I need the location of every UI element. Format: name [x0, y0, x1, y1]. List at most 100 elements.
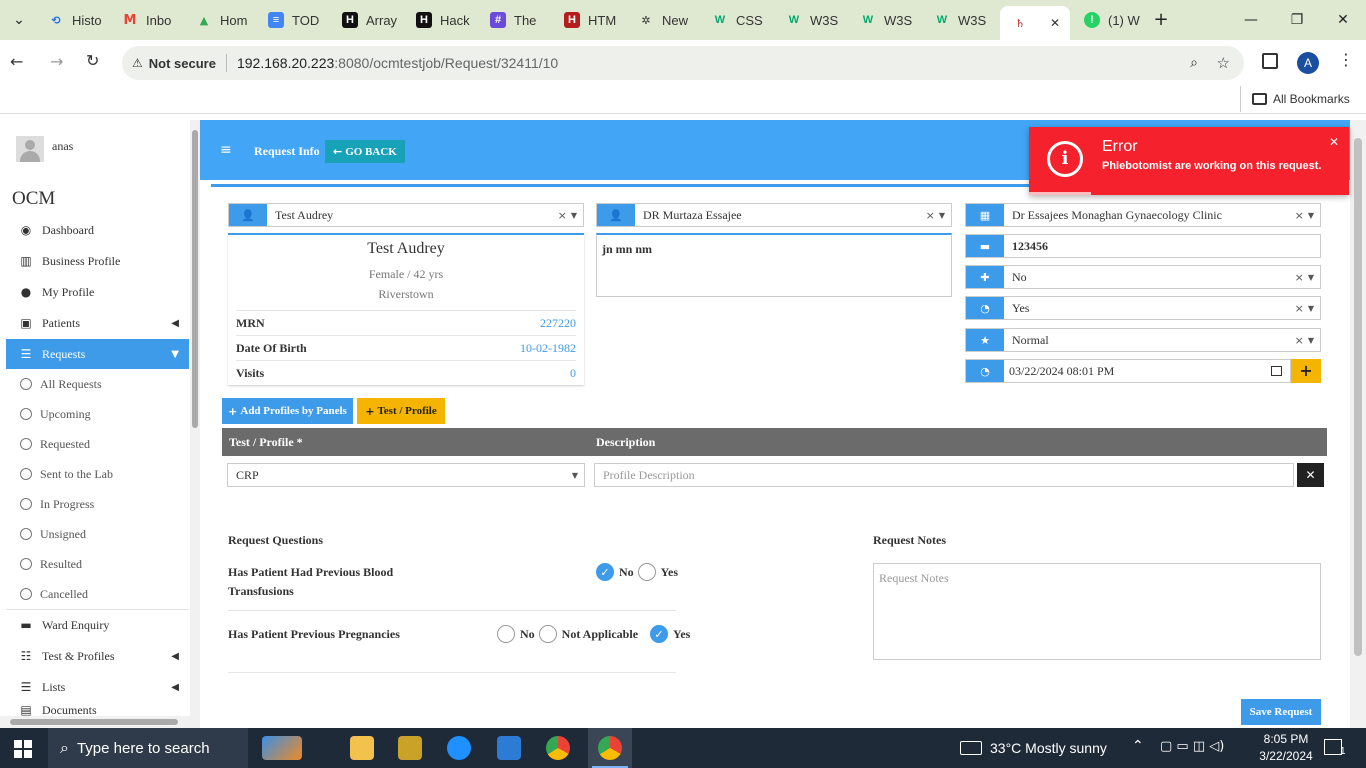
clock-time[interactable]: 8:05 PM [1256, 732, 1316, 746]
q2-no-radio[interactable] [497, 625, 515, 643]
chrome-active-app[interactable] [588, 728, 632, 768]
chevron-up-icon[interactable]: ⌃ [1132, 738, 1144, 754]
clear-icon[interactable]: × [1295, 209, 1304, 222]
sidebar-item-business-profile[interactable]: ▥ Business Profile [6, 246, 189, 276]
profile-avatar[interactable]: A [1297, 52, 1319, 74]
edge-icon[interactable] [447, 736, 471, 760]
app-icon[interactable] [398, 736, 422, 760]
browser-tab-active[interactable]: ♄ ✕ [1000, 6, 1070, 40]
request-notes-textarea[interactable]: Request Notes [873, 563, 1321, 660]
browser-tab[interactable]: H Array [330, 6, 402, 34]
sidebar-item-requests[interactable]: ☰ Requests ▼ [6, 339, 189, 369]
tray-icons[interactable]: ▢ ▭ ◫ ◁) [1160, 739, 1224, 754]
sidebar-item-lists[interactable]: ☰ Lists ◀ [6, 672, 189, 702]
reload-icon[interactable]: ↻ [86, 51, 99, 70]
sidebar-subitem-cancelled[interactable]: Cancelled [20, 579, 88, 609]
clear-icon[interactable]: × [1295, 334, 1304, 347]
patient-select[interactable]: 👤 Test Audrey × ▼ [228, 203, 584, 227]
browser-tab[interactable]: W W3S [848, 6, 920, 34]
menu-kebab-icon[interactable]: ⋮ [1338, 50, 1354, 69]
sidebar-subitem-unsigned[interactable]: Unsigned [20, 519, 86, 549]
sidebar-scrollbar[interactable] [190, 120, 200, 728]
zoom-icon[interactable]: ⌕ [1190, 55, 1198, 71]
sidebar-subitem-all-requests[interactable]: All Requests [20, 369, 102, 399]
q2-not-applicable-radio[interactable] [538, 625, 557, 643]
hamburger-menu-icon[interactable]: ≡ [220, 142, 232, 158]
browser-tab[interactable]: ▲ Hom [184, 6, 256, 34]
bed-field[interactable]: ▬ 123456 [965, 234, 1321, 258]
clear-icon[interactable]: × [1295, 302, 1304, 315]
add-datetime-button[interactable]: + [1291, 359, 1321, 383]
page-scrollbar[interactable] [1350, 120, 1366, 728]
chrome-icon[interactable] [546, 736, 570, 760]
close-tab-icon[interactable]: ✕ [1050, 16, 1060, 30]
page: anas OCM ◉ Dashboard ▥ Business Profile ● M… [0, 120, 1366, 728]
browser-tab[interactable]: ⟲ Histo [36, 6, 108, 34]
new-tab-icon[interactable]: + [1146, 8, 1176, 32]
q2-yes-radio[interactable]: ✓ [650, 625, 669, 643]
priority-select[interactable]: ★ Normal × ▼ [965, 328, 1321, 352]
doctor-select[interactable]: 👤 DR Murtaza Essajee × ▼ [596, 203, 952, 227]
clear-icon[interactable]: × [558, 209, 567, 222]
sidebar-subitem-in-progress[interactable]: In Progress [20, 489, 94, 519]
sidebar-subitem-sent-to-lab[interactable]: Sent to the Lab [20, 459, 113, 489]
sidebar-subitem-requested[interactable]: Requested [20, 429, 90, 459]
minimize-icon[interactable]: — [1236, 8, 1266, 32]
browser-tab[interactable]: H HTM [552, 6, 624, 34]
address-bar[interactable]: ⚠ Not secure 192.168.20.223:8080/ocmtest… [122, 46, 1244, 80]
profile-description-input[interactable]: Profile Description [594, 463, 1294, 487]
test-profile-select[interactable]: CRP ▼ [227, 463, 585, 487]
remove-row-button[interactable]: ✕ [1297, 463, 1324, 487]
clinic-select[interactable]: ▦ Dr Essajees Monaghan Gynaecology Clini… [965, 203, 1321, 227]
sidebar-item-dashboard[interactable]: ◉ Dashboard [6, 215, 189, 245]
sidebar-item-test-profiles[interactable]: ☷ Test & Profiles ◀ [6, 641, 189, 671]
security-label[interactable]: Not secure [149, 56, 216, 71]
q1-yes-radio[interactable] [637, 563, 656, 581]
browser-tab[interactable]: M Inbo [110, 6, 182, 34]
go-back-button[interactable]: ← GO BACK [325, 140, 405, 163]
clear-icon[interactable]: × [926, 209, 935, 222]
weather-text[interactable]: 33°C Mostly sunny [990, 740, 1107, 756]
back-icon[interactable]: ← [10, 52, 23, 71]
calendar-icon[interactable] [1271, 366, 1282, 376]
option1-select[interactable]: ✚ No × ▼ [965, 265, 1321, 289]
sidebar-subitem-upcoming[interactable]: Upcoming [20, 399, 91, 429]
browser-tab[interactable]: W CSS [700, 6, 772, 34]
tab-search-icon[interactable]: ⌄ [4, 8, 34, 32]
q1-no-radio[interactable]: ✓ [596, 563, 614, 581]
save-request-button[interactable]: Save Request [1241, 699, 1321, 725]
browser-tab[interactable]: W W3S [922, 6, 994, 34]
horizontal-scrollbar[interactable] [0, 716, 190, 728]
doctor-notes-textarea[interactable]: jn mn nm [596, 233, 952, 297]
close-window-icon[interactable]: ✕ [1328, 8, 1358, 32]
sidebar-item-documents[interactable]: ▤ Documents [6, 703, 189, 717]
sidepanel-icon[interactable] [1262, 53, 1278, 69]
forward-icon[interactable]: → [50, 52, 63, 71]
browser-tab[interactable]: # The [478, 6, 550, 34]
widgets-icon[interactable] [262, 736, 302, 760]
option2-select[interactable]: ◔ Yes × ▼ [965, 296, 1321, 320]
vscode-icon[interactable] [497, 736, 521, 760]
clock-date[interactable]: 3/22/2024 [1256, 749, 1316, 763]
sidebar-item-patients[interactable]: ▣ Patients ◀ [6, 308, 189, 338]
browser-tab[interactable]: ✲ New [626, 6, 698, 34]
toast-close-icon[interactable]: ✕ [1329, 135, 1339, 149]
all-bookmarks-button[interactable]: All Bookmarks [1252, 92, 1350, 106]
restore-icon[interactable]: ❐ [1282, 8, 1312, 32]
browser-tab[interactable]: W W3S [774, 6, 846, 34]
file-explorer-icon[interactable] [350, 736, 374, 760]
sidebar-subitem-resulted[interactable]: Resulted [20, 549, 82, 579]
datetime-field[interactable]: ◔ 03/22/2024 08:01 PM [965, 359, 1291, 383]
add-profiles-button[interactable]: + Add Profiles by Panels [222, 398, 353, 424]
clear-icon[interactable]: × [1295, 271, 1304, 284]
test-profile-button[interactable]: + Test / Profile [357, 398, 445, 424]
sidebar-item-my-profile[interactable]: ● My Profile [6, 277, 189, 307]
taskbar-search[interactable]: ⌕ Type here to search [48, 728, 248, 768]
browser-tab[interactable]: H Hack [404, 6, 476, 34]
weather-icon[interactable] [960, 741, 982, 755]
bookmark-star-icon[interactable]: ☆ [1217, 54, 1230, 72]
browser-tab[interactable]: ≡ TOD [256, 6, 328, 34]
sidebar-item-ward-enquiry[interactable]: ▬ Ward Enquiry [6, 610, 189, 640]
windows-start-icon[interactable] [14, 740, 32, 758]
browser-tab[interactable]: ! (1) W [1072, 6, 1144, 34]
